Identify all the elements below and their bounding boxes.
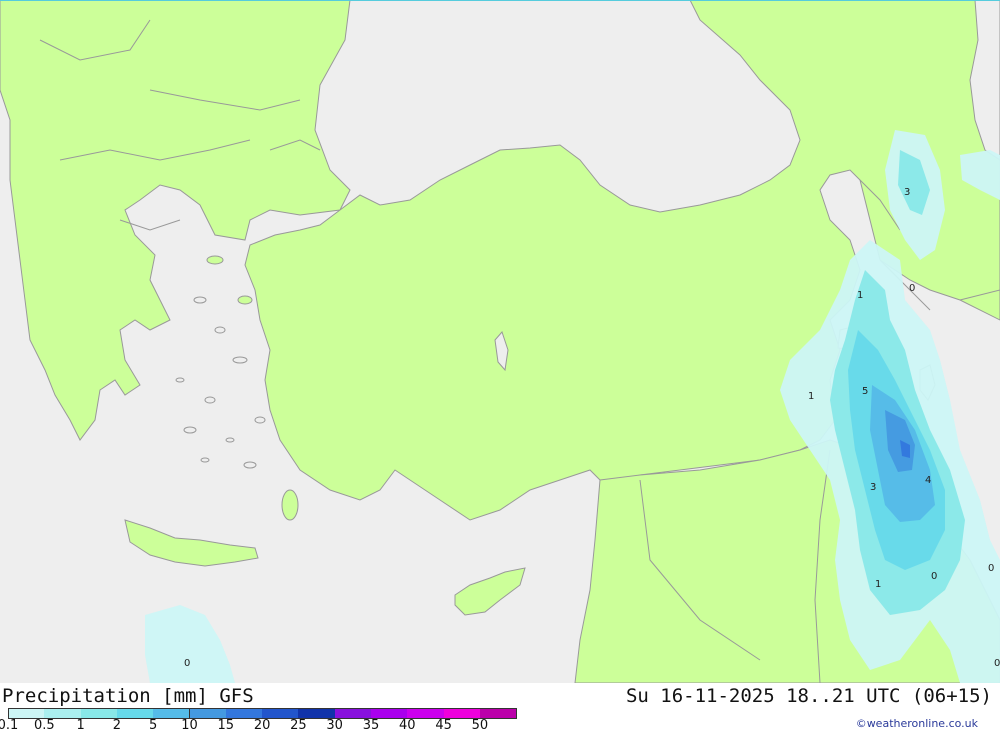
legend-tick-label: 25 — [290, 718, 307, 733]
credit-link[interactable]: ©weatheronline.co.uk — [856, 717, 978, 730]
legend-tick-label: 1 — [76, 718, 85, 733]
contour-label: 5 — [862, 386, 868, 397]
contour-label: 1 — [875, 579, 881, 590]
legend-tick-label: 45 — [435, 718, 452, 733]
contour-label: 0 — [931, 571, 937, 582]
map-title: Precipitation [mm] GFS — [2, 685, 254, 707]
contour-label: 4 — [925, 475, 931, 486]
legend-tick-label: 50 — [471, 718, 489, 733]
contour-label: 0 — [988, 563, 994, 574]
contour-label: 1 — [808, 391, 814, 402]
legend-tick-label: 40 — [399, 718, 416, 733]
map-canvas: 3 1 0 1 5 4 3 0 1 0 0 0 — [0, 0, 1000, 683]
contour-label: 3 — [904, 187, 910, 198]
contour-label: 0 — [994, 658, 1000, 669]
contour-label: 3 — [870, 482, 876, 493]
contour-label: 1 — [857, 290, 863, 301]
legend-tick-label: 30 — [326, 718, 343, 733]
contour-label: 0 — [909, 283, 915, 294]
legend-bar: Precipitation [mm] GFS Su 16-11-2025 18.… — [0, 683, 1000, 733]
legend-tick-label: 15 — [217, 718, 235, 733]
legend-tick-label: 0.1 — [0, 718, 19, 733]
legend-tick-label: 35 — [362, 718, 380, 733]
valid-time: Su 16-11-2025 18..21 UTC (06+15) — [625, 685, 992, 707]
legend-tick-label: 2 — [112, 718, 122, 733]
legend-tick-label: 0.5 — [33, 718, 55, 733]
contour-label: 0 — [184, 658, 190, 669]
legend-tick-label: 5 — [149, 718, 158, 733]
legend-tick-label: 10 — [181, 718, 198, 733]
precipitation-map: 3 1 0 1 5 4 3 0 1 0 0 0 — [0, 0, 1000, 683]
legend-tick-label: 20 — [253, 718, 271, 733]
